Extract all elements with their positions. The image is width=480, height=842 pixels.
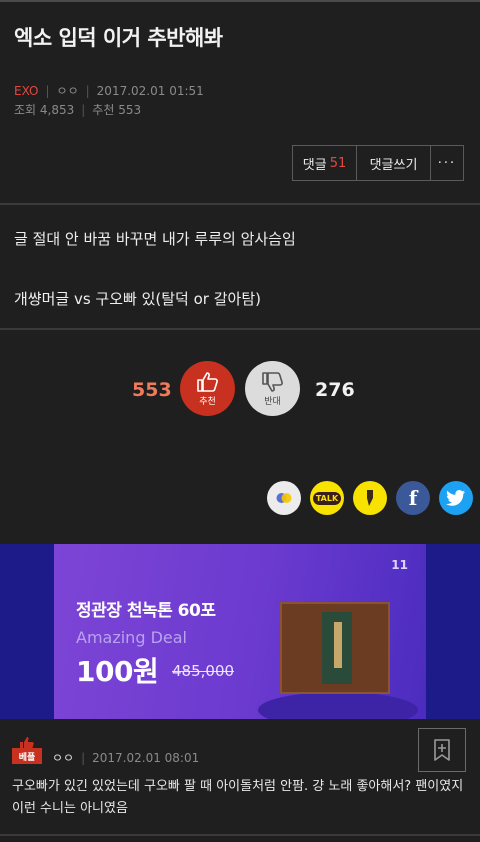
bookmark-add-icon [434, 739, 450, 761]
kakao-icon [367, 490, 373, 506]
downvote-button[interactable]: 반대 [245, 361, 300, 416]
downvote-count: 276 [315, 379, 355, 401]
section-divider [0, 203, 480, 205]
comment-meta: ㅇㅇ | 2017.02.01 08:01 [52, 749, 199, 766]
kakao-share-button[interactable] [353, 481, 387, 515]
post-date: 2017.02.01 01:51 [96, 83, 204, 98]
kakaotalk-share-button[interactable]: TALK [310, 481, 344, 515]
comment-author[interactable]: ㅇㅇ [52, 749, 74, 766]
bookmark-button[interactable] [418, 728, 466, 772]
post-title: 엑소 입덕 이거 추반해봐 [14, 26, 223, 50]
post-action-bar: 댓글 51 댓글쓰기 ··· [292, 145, 464, 181]
share-buttons: TALK f [267, 481, 473, 515]
upvote-count: 553 [132, 379, 172, 401]
recommend-count: 추천 553 [92, 103, 142, 117]
comments-button[interactable]: 댓글 51 [293, 146, 357, 180]
ad-old-price: 485,000 [172, 662, 235, 680]
section-divider [0, 328, 480, 330]
thumbs-down-icon [261, 371, 283, 392]
upvote-button[interactable]: 추천 [180, 361, 235, 416]
upvote-label: 추천 [199, 396, 216, 407]
facebook-share-button[interactable]: f [396, 481, 430, 515]
more-button[interactable]: ··· [431, 146, 463, 180]
kakaotalk-icon: TALK [312, 491, 342, 505]
comment-text: 구오빠가 있긴 있었는데 구오빠 팔 때 아이돌처럼 안팜. 걍 노래 좋아해서… [12, 779, 464, 816]
thumbs-up-icon [196, 371, 218, 392]
ad-product-box-label [334, 622, 342, 668]
twitter-icon [446, 490, 465, 506]
post-body-line: 글 절대 안 바꿈 바꾸면 내가 루루의 암사슴임 [14, 230, 296, 248]
ad-product-image [280, 602, 390, 694]
twitter-share-button[interactable] [439, 481, 473, 515]
ad-price: 100원 [76, 655, 159, 688]
downvote-label: 반대 [264, 396, 281, 407]
post-body-line: 개썅머글 vs 구오빠 있(탈덕 or 갈아탐) [14, 290, 261, 308]
meta-separator: | [81, 102, 86, 117]
kakaostory-icon [276, 493, 292, 503]
kakaostory-share-button[interactable] [267, 481, 301, 515]
ad-banner[interactable]: 11 정관장 천녹톤 60포 Amazing Deal 100원 485,000 [54, 544, 426, 719]
best-comment-label: 베플 [12, 748, 42, 764]
ad-product-name: 정관장 천녹톤 60포 [76, 601, 216, 621]
view-count: 조회 4,853 [14, 103, 75, 117]
comments-count: 51 [329, 155, 347, 171]
ad-deal-label: Amazing Deal [76, 628, 187, 647]
best-comment-badge: 베플 [12, 736, 42, 766]
meta-separator: | [45, 83, 50, 98]
ad-product-stand [258, 692, 418, 719]
post-meta: EXO | ㅇㅇ | 2017.02.01 01:51 [14, 82, 204, 99]
facebook-icon: f [408, 486, 418, 510]
category-link[interactable]: EXO [14, 84, 38, 98]
bottom-divider [0, 834, 480, 836]
meta-separator: | [81, 750, 86, 765]
top-divider [0, 0, 480, 2]
write-comment-button[interactable]: 댓글쓰기 [357, 146, 431, 180]
comments-label: 댓글 [302, 157, 327, 173]
ad-brand-logo: 11 [391, 558, 408, 572]
post-stats: 조회 4,853 | 추천 553 [14, 101, 141, 118]
meta-separator: | [85, 83, 90, 98]
comment-date: 2017.02.01 08:01 [92, 750, 200, 765]
post-author[interactable]: ㅇㅇ [57, 82, 79, 99]
